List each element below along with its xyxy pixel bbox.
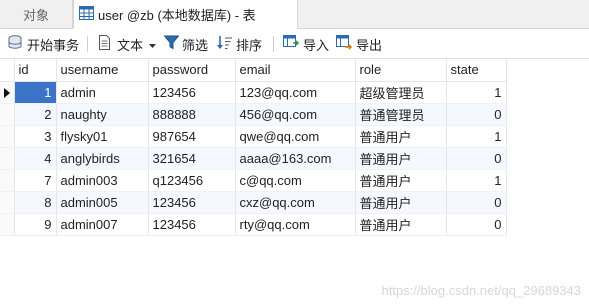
row-marker	[0, 169, 15, 192]
tab-user-table[interactable]: user @zb (本地数据库) - 表	[73, 0, 298, 29]
row-marker	[0, 191, 15, 214]
cell-password[interactable]: 888888	[148, 103, 236, 126]
toolbar-divider	[87, 36, 88, 52]
table-row[interactable]: 3 flysky01 987654 qwe@qq.com 普通用户 1	[0, 125, 507, 148]
tab-strip: 对象 user @zb (本地数据库) - 表	[0, 0, 589, 29]
column-header-password[interactable]: password	[148, 59, 236, 82]
cell-id[interactable]: 2	[14, 103, 57, 126]
column-header-state[interactable]: state	[446, 59, 507, 82]
cell-role[interactable]: 超级管理员	[355, 81, 447, 104]
data-grid: id username password email role state 1 …	[0, 59, 507, 236]
cell-username[interactable]: admin007	[56, 213, 149, 236]
cell-password[interactable]: q123456	[148, 169, 236, 192]
cell-role[interactable]: 普通用户	[355, 125, 447, 148]
row-marker	[0, 125, 15, 148]
cell-state[interactable]: 0	[446, 103, 507, 126]
filter-icon	[163, 35, 182, 53]
cell-password[interactable]: 987654	[148, 125, 236, 148]
table-row[interactable]: 1 admin 123456 123@qq.com 超级管理员 1	[0, 81, 507, 104]
tab-objects-label: 对象	[22, 8, 49, 23]
cell-email[interactable]: cxz@qq.com	[235, 191, 356, 214]
cell-id[interactable]: 1	[14, 81, 57, 104]
cell-role[interactable]: 普通用户	[355, 191, 447, 214]
cell-password[interactable]: 321654	[148, 147, 236, 170]
cell-email[interactable]: rty@qq.com	[235, 213, 356, 236]
header-row: id username password email role state	[0, 59, 507, 82]
table-row[interactable]: 2 naughty 888888 456@qq.com 普通管理员 0	[0, 103, 507, 126]
document-icon	[98, 35, 114, 53]
cell-role[interactable]: 普通用户	[355, 213, 447, 236]
cell-email[interactable]: 123@qq.com	[235, 81, 356, 104]
cell-id[interactable]: 7	[14, 169, 57, 192]
watermark-text: https://blog.csdn.net/qq_29689343	[381, 283, 582, 298]
cell-state[interactable]: 1	[446, 81, 507, 104]
table-row[interactable]: 8 admin005 123456 cxz@qq.com 普通用户 0	[0, 191, 507, 214]
sort-icon	[217, 35, 236, 53]
cell-id[interactable]: 9	[14, 213, 57, 236]
column-header-role[interactable]: role	[355, 59, 447, 82]
cell-username[interactable]: anglybirds	[56, 147, 149, 170]
import-label: 导入	[303, 37, 330, 53]
cell-id[interactable]: 4	[14, 147, 57, 170]
export-icon	[336, 35, 356, 53]
cell-email[interactable]: aaaa@163.com	[235, 147, 356, 170]
cell-state[interactable]: 1	[446, 125, 507, 148]
cell-role[interactable]: 普通用户	[355, 147, 447, 170]
export-button[interactable]: 导出	[336, 29, 382, 59]
row-marker	[0, 147, 15, 170]
cell-state[interactable]: 0	[446, 213, 507, 236]
cell-id[interactable]: 3	[14, 125, 57, 148]
cell-password[interactable]: 123456	[148, 191, 236, 214]
cell-state[interactable]: 0	[446, 147, 507, 170]
cell-password[interactable]: 123456	[148, 81, 236, 104]
sort-button[interactable]: 排序	[217, 29, 262, 59]
sort-label: 排序	[236, 37, 263, 53]
toolbar: 开始事务 文本 筛选 排序 导入 导出	[0, 29, 589, 59]
cell-username[interactable]: naughty	[56, 103, 149, 126]
row-marker-header	[0, 59, 15, 82]
table-row[interactable]: 7 admin003 q123456 c@qq.com 普通用户 1	[0, 169, 507, 192]
begin-transaction-button[interactable]: 开始事务	[7, 29, 79, 59]
cell-username[interactable]: admin	[56, 81, 149, 104]
table-row[interactable]: 9 admin007 123456 rty@qq.com 普通用户 0	[0, 213, 507, 236]
filter-label: 筛选	[182, 37, 209, 53]
current-row-marker-icon	[0, 81, 15, 104]
export-label: 导出	[356, 37, 383, 53]
text-button-label: 文本	[117, 37, 144, 53]
cell-email[interactable]: 456@qq.com	[235, 103, 356, 126]
cell-username[interactable]: admin005	[56, 191, 149, 214]
dropdown-arrow-icon	[149, 37, 159, 52]
column-header-id[interactable]: id	[14, 59, 57, 82]
import-button[interactable]: 导入	[283, 29, 329, 59]
text-button[interactable]: 文本	[98, 29, 159, 59]
cell-password[interactable]: 123456	[148, 213, 236, 236]
toolbar-divider	[273, 36, 274, 52]
cell-email[interactable]: qwe@qq.com	[235, 125, 356, 148]
import-icon	[283, 35, 303, 53]
cell-state[interactable]: 1	[446, 169, 507, 192]
row-marker	[0, 103, 15, 126]
filter-button[interactable]: 筛选	[163, 29, 209, 59]
column-header-email[interactable]: email	[235, 59, 356, 82]
transaction-icon	[7, 35, 27, 53]
cell-state[interactable]: 0	[446, 191, 507, 214]
cell-id[interactable]: 8	[14, 191, 57, 214]
table-row[interactable]: 4 anglybirds 321654 aaaa@163.com 普通用户 0	[0, 147, 507, 170]
column-header-username[interactable]: username	[56, 59, 149, 82]
cell-email[interactable]: c@qq.com	[235, 169, 356, 192]
cell-role[interactable]: 普通用户	[355, 169, 447, 192]
tab-objects[interactable]: 对象	[0, 0, 73, 29]
table-icon	[79, 5, 94, 23]
row-marker	[0, 213, 15, 236]
tab-user-table-label: user @zb (本地数据库) - 表	[98, 7, 256, 23]
begin-transaction-label: 开始事务	[27, 37, 80, 53]
cell-username[interactable]: admin003	[56, 169, 149, 192]
cell-role[interactable]: 普通管理员	[355, 103, 447, 126]
cell-username[interactable]: flysky01	[56, 125, 149, 148]
